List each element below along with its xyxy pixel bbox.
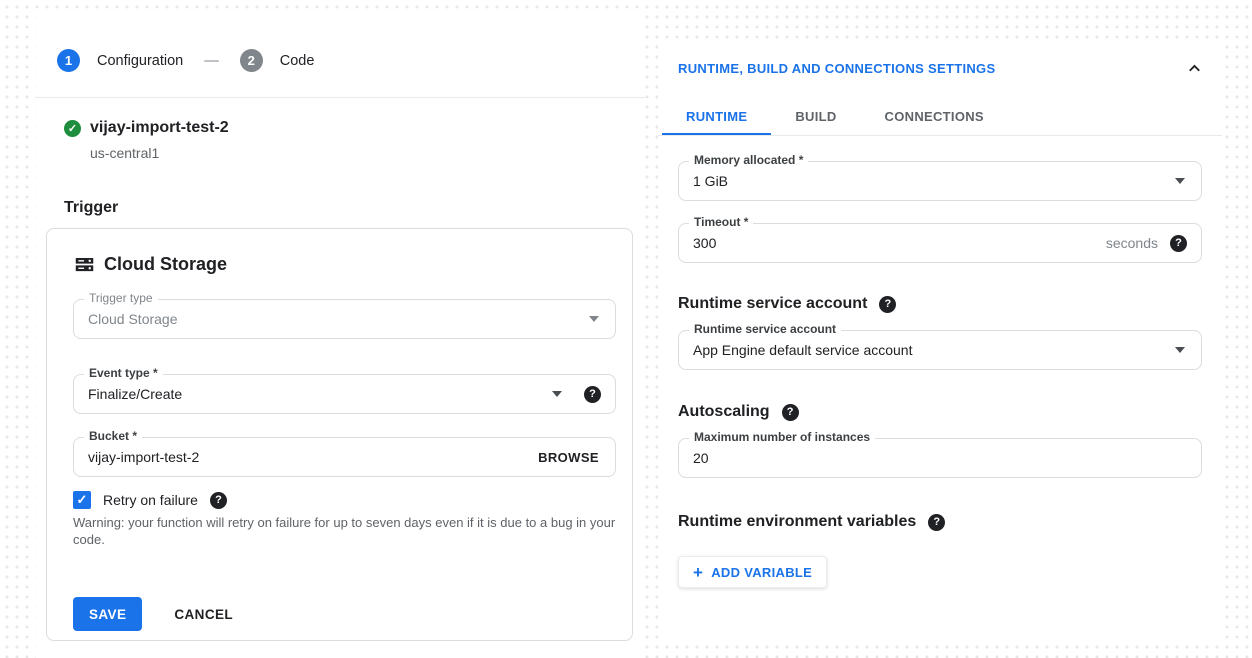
trigger-card-title-row: Cloud Storage	[74, 254, 227, 275]
trigger-type-value: Cloud Storage	[74, 311, 589, 327]
autoscaling-help-icon[interactable]: ?	[782, 404, 799, 421]
function-name-row: ✓ vijay-import-test-2	[64, 119, 229, 137]
timeout-suffix: seconds	[1106, 235, 1158, 251]
tab-runtime[interactable]: RUNTIME	[662, 99, 771, 136]
bucket-label: Bucket *	[84, 429, 142, 443]
retry-checkbox[interactable]: ✓	[73, 491, 91, 509]
tab-build[interactable]: BUILD	[771, 99, 860, 136]
event-type-select[interactable]: Event type * Finalize/Create ?	[73, 374, 616, 414]
step-2-label[interactable]: Code	[280, 53, 315, 69]
service-account-label: Runtime service account	[689, 322, 841, 336]
event-type-label: Event type *	[84, 366, 163, 380]
timeout-input[interactable]	[679, 234, 1106, 252]
settings-section-title: RUNTIME, BUILD AND CONNECTIONS SETTINGS	[678, 61, 995, 76]
step-separator: —	[204, 53, 219, 69]
trigger-card-title: Cloud Storage	[104, 254, 227, 275]
event-type-value: Finalize/Create	[74, 386, 552, 402]
timeout-label: Timeout *	[689, 215, 753, 229]
service-account-heading: Runtime service account	[678, 295, 867, 313]
tabs-divider	[658, 135, 1222, 136]
trigger-type-select[interactable]: Trigger type Cloud Storage	[73, 299, 616, 339]
memory-allocated-select[interactable]: Memory allocated * 1 GiB	[678, 161, 1202, 201]
add-variable-label: ADD VARIABLE	[711, 565, 812, 580]
chevron-down-icon	[1175, 347, 1185, 353]
trigger-type-label: Trigger type	[84, 291, 158, 305]
memory-allocated-label: Memory allocated *	[689, 153, 808, 167]
chevron-down-icon	[589, 316, 599, 322]
retry-warning-text: Warning: your function will retry on fai…	[73, 514, 619, 548]
settings-tabs: RUNTIME BUILD CONNECTIONS	[662, 99, 1008, 136]
step-1-badge[interactable]: 1	[57, 49, 80, 72]
timeout-field: Timeout * seconds ?	[678, 223, 1202, 263]
function-region: us-central1	[90, 145, 159, 161]
service-account-help-icon[interactable]: ?	[879, 296, 896, 313]
autoscaling-heading: Autoscaling	[678, 403, 770, 421]
trigger-card: Cloud Storage Trigger type Cloud Storage…	[46, 228, 633, 641]
event-type-help-icon[interactable]: ?	[584, 386, 601, 403]
chevron-up-icon[interactable]	[1185, 59, 1204, 78]
step-1-label[interactable]: Configuration	[97, 53, 183, 69]
autoscaling-heading-row: Autoscaling ?	[678, 403, 799, 421]
service-account-value: App Engine default service account	[679, 342, 1175, 358]
timeout-help-icon[interactable]: ?	[1170, 235, 1187, 252]
function-config-panel: 1 Configuration — 2 Code ✓ vijay-import-…	[36, 12, 645, 658]
env-vars-heading: Runtime environment variables	[678, 513, 916, 531]
service-account-heading-row: Runtime service account ?	[678, 295, 896, 313]
retry-help-icon[interactable]: ?	[210, 492, 227, 509]
runtime-settings-panel: RUNTIME, BUILD AND CONNECTIONS SETTINGS …	[658, 45, 1222, 645]
env-vars-help-icon[interactable]: ?	[928, 514, 945, 531]
max-instances-field: Maximum number of instances	[678, 438, 1202, 478]
chevron-down-icon	[1175, 178, 1185, 184]
env-vars-heading-row: Runtime environment variables ?	[678, 513, 945, 531]
cloud-storage-icon	[74, 254, 95, 275]
memory-allocated-value: 1 GiB	[679, 173, 1175, 189]
chevron-down-icon	[552, 391, 562, 397]
save-button[interactable]: SAVE	[73, 597, 142, 631]
function-name: vijay-import-test-2	[90, 119, 229, 137]
plus-icon: +	[693, 564, 703, 581]
tab-connections[interactable]: CONNECTIONS	[861, 99, 1008, 136]
max-instances-label: Maximum number of instances	[689, 430, 875, 444]
step-2-badge[interactable]: 2	[240, 49, 263, 72]
card-actions: SAVE CANCEL	[73, 597, 239, 631]
cancel-button[interactable]: CANCEL	[168, 606, 239, 623]
trigger-section-title: Trigger	[64, 199, 118, 217]
stepper-divider	[36, 97, 645, 98]
bucket-field: Bucket * BROWSE	[73, 437, 616, 477]
success-check-icon: ✓	[64, 120, 81, 137]
retry-checkbox-row: ✓ Retry on failure ?	[73, 491, 227, 509]
max-instances-input[interactable]	[679, 449, 1201, 467]
service-account-select[interactable]: Runtime service account App Engine defau…	[678, 330, 1202, 370]
add-variable-button[interactable]: + ADD VARIABLE	[678, 556, 827, 588]
retry-label: Retry on failure	[103, 492, 198, 508]
bucket-input[interactable]	[74, 448, 538, 466]
wizard-stepper: 1 Configuration — 2 Code	[57, 49, 314, 72]
settings-section-header[interactable]: RUNTIME, BUILD AND CONNECTIONS SETTINGS	[678, 59, 1204, 78]
browse-button[interactable]: BROWSE	[538, 450, 599, 465]
